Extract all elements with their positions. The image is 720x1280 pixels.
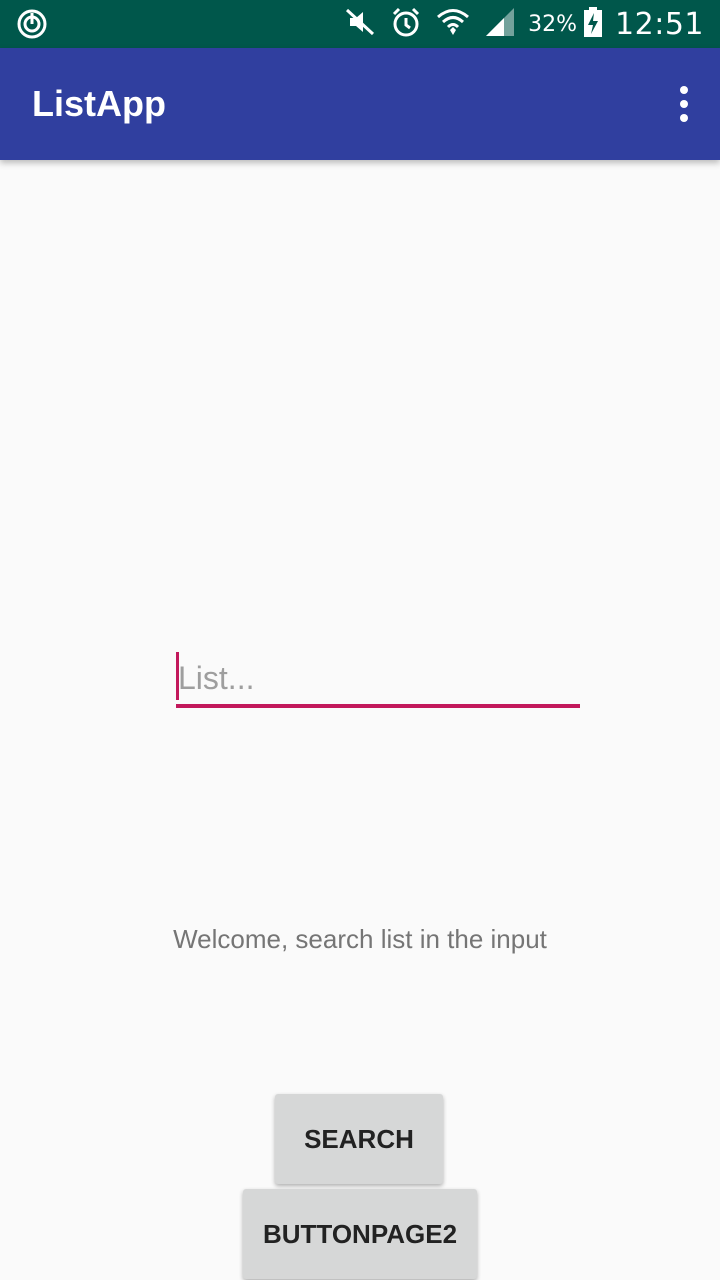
search-input[interactable] <box>176 652 580 704</box>
overflow-dot <box>680 86 688 94</box>
search-button[interactable]: SEARCH <box>275 1094 443 1184</box>
app-bar: ListApp <box>0 48 720 160</box>
sync-icon <box>16 8 48 40</box>
search-input-underline <box>176 704 580 708</box>
signal-icon <box>484 6 516 42</box>
status-bar: 32% 12:51 <box>0 0 720 48</box>
battery-charging-icon <box>583 6 603 42</box>
wifi-icon <box>436 6 470 42</box>
more-vert-icon[interactable] <box>676 86 692 122</box>
alarm-icon <box>390 6 422 42</box>
screen: 32% 12:51 ListApp Welcome, search list i… <box>0 0 720 1280</box>
mute-icon <box>344 6 376 42</box>
search-field[interactable] <box>176 652 580 710</box>
status-icons: 32% 12:51 <box>330 0 704 48</box>
overflow-dot <box>680 100 688 108</box>
welcome-message: Welcome, search list in the input <box>173 924 547 954</box>
button-page2[interactable]: BUTTONPAGE2 <box>243 1189 477 1279</box>
text-cursor <box>176 652 179 700</box>
status-time: 12:51 <box>615 6 704 42</box>
app-title: ListApp <box>32 83 166 124</box>
battery-percent: 32% <box>528 11 578 37</box>
overflow-dot <box>680 114 688 122</box>
